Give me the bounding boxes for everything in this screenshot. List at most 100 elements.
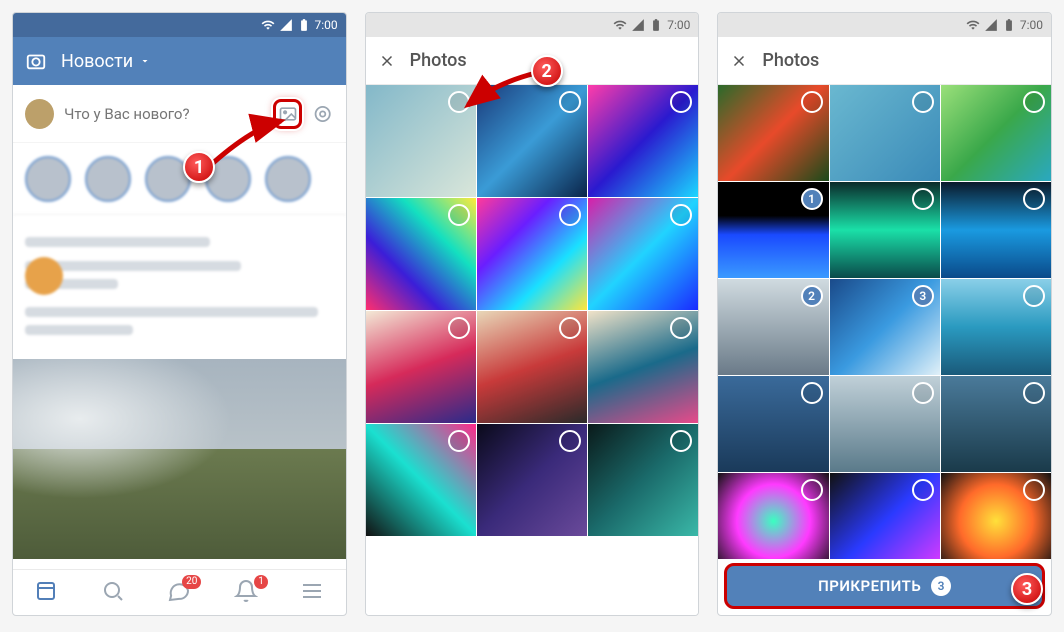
select-indicator[interactable] xyxy=(912,382,934,404)
select-indicator[interactable] xyxy=(559,317,581,339)
attach-count-badge: 3 xyxy=(931,576,951,596)
photo-thumb[interactable] xyxy=(941,279,1051,375)
step-callout-3: 3 xyxy=(1011,573,1043,605)
photo-grid xyxy=(366,85,699,615)
feed-post[interactable] xyxy=(13,223,346,351)
photo-thumb[interactable] xyxy=(588,311,698,423)
photo-thumb[interactable] xyxy=(477,198,587,310)
wifi-icon xyxy=(261,18,275,32)
status-time: 7:00 xyxy=(667,18,690,32)
screen-newsfeed: 7:00 Новости xyxy=(12,12,347,616)
select-indicator[interactable] xyxy=(912,479,934,501)
tab-messages[interactable]: 20 xyxy=(167,579,191,607)
photo-thumb[interactable] xyxy=(941,182,1051,278)
photo-thumb[interactable] xyxy=(588,85,698,197)
select-indicator[interactable] xyxy=(1023,91,1045,113)
select-indicator[interactable] xyxy=(559,91,581,113)
photo-thumb[interactable] xyxy=(366,424,476,536)
select-indicator[interactable] xyxy=(801,382,823,404)
select-indicator[interactable] xyxy=(1023,285,1045,307)
select-indicator[interactable] xyxy=(912,91,934,113)
stories-row[interactable] xyxy=(13,143,346,215)
select-indicator[interactable] xyxy=(448,430,470,452)
select-indicator[interactable]: 2 xyxy=(801,285,823,307)
image-icon xyxy=(278,104,298,124)
composer-input[interactable] xyxy=(64,105,263,123)
search-icon xyxy=(101,579,125,603)
signal-icon xyxy=(279,18,293,32)
notifs-badge: 1 xyxy=(254,575,268,589)
photo-thumb[interactable]: 2 xyxy=(718,279,828,375)
photo-thumb[interactable] xyxy=(830,182,940,278)
select-indicator[interactable] xyxy=(912,188,934,210)
photo-thumb[interactable] xyxy=(366,198,476,310)
photo-thumb[interactable] xyxy=(366,85,476,197)
story-avatar[interactable] xyxy=(265,156,311,202)
status-time: 7:00 xyxy=(1020,18,1043,32)
header-title-dropdown[interactable]: Новости xyxy=(61,51,151,72)
select-indicator[interactable] xyxy=(559,430,581,452)
photo-thumb[interactable] xyxy=(718,85,828,181)
select-indicator[interactable] xyxy=(448,91,470,113)
select-indicator[interactable] xyxy=(1023,382,1045,404)
photo-thumb[interactable] xyxy=(941,85,1051,181)
screen-photo-picker: 7:00 Photos 2 xyxy=(365,12,700,616)
battery-icon xyxy=(1002,18,1016,32)
photo-thumb[interactable] xyxy=(718,376,828,472)
tab-discover[interactable] xyxy=(101,579,125,607)
tab-news[interactable] xyxy=(34,579,58,607)
news-icon xyxy=(34,579,58,603)
photo-thumb[interactable] xyxy=(830,473,940,559)
composer-bar xyxy=(13,85,346,143)
select-indicator[interactable] xyxy=(801,91,823,113)
select-indicator[interactable]: 3 xyxy=(912,285,934,307)
photo-thumb[interactable] xyxy=(477,424,587,536)
select-indicator[interactable] xyxy=(448,317,470,339)
select-indicator[interactable]: 1 xyxy=(801,188,823,210)
picker-title: Photos xyxy=(762,50,819,71)
photo-thumb[interactable] xyxy=(588,424,698,536)
picker-appbar: Photos xyxy=(718,37,1051,85)
wifi-icon xyxy=(966,18,980,32)
attach-photo-button[interactable] xyxy=(273,99,302,129)
photo-thumb[interactable] xyxy=(830,85,940,181)
photo-thumb[interactable] xyxy=(941,376,1051,472)
tab-notifications[interactable]: 1 xyxy=(234,579,258,607)
story-avatar[interactable] xyxy=(85,156,131,202)
select-indicator[interactable] xyxy=(1023,479,1045,501)
photo-thumb[interactable]: 3 xyxy=(830,279,940,375)
feed-image[interactable] xyxy=(13,359,346,559)
photo-thumb[interactable]: 1 xyxy=(718,182,828,278)
close-icon[interactable] xyxy=(730,52,748,70)
photo-thumb[interactable] xyxy=(477,85,587,197)
photo-thumb[interactable] xyxy=(588,198,698,310)
signal-icon xyxy=(984,18,998,32)
status-time: 7:00 xyxy=(315,18,338,32)
photo-thumb[interactable] xyxy=(830,376,940,472)
chevron-down-icon xyxy=(139,55,151,67)
photo-thumb[interactable] xyxy=(941,473,1051,559)
photo-thumb[interactable] xyxy=(718,473,828,559)
user-avatar[interactable] xyxy=(25,99,54,129)
step-callout-2: 2 xyxy=(531,55,563,87)
select-indicator[interactable] xyxy=(1023,188,1045,210)
select-indicator[interactable] xyxy=(559,204,581,226)
select-indicator[interactable] xyxy=(801,479,823,501)
photo-grid: 1 2 3 xyxy=(718,85,1051,559)
camera-icon[interactable] xyxy=(25,50,47,72)
screen-photo-picker-selected: 7:00 Photos 1 2 3 ПРИКРЕПИТЬ 3 3 xyxy=(717,12,1052,616)
messages-badge: 20 xyxy=(182,575,201,589)
live-icon[interactable] xyxy=(312,103,333,125)
attach-button[interactable]: ПРИКРЕПИТЬ 3 xyxy=(724,563,1045,609)
photo-thumb[interactable] xyxy=(477,311,587,423)
select-indicator[interactable] xyxy=(448,204,470,226)
story-avatar[interactable] xyxy=(25,156,71,202)
bottom-nav: 20 1 xyxy=(13,569,346,615)
status-bar: 7:00 xyxy=(366,13,699,37)
photo-thumb[interactable] xyxy=(366,311,476,423)
tab-menu[interactable] xyxy=(300,579,324,607)
status-bar: 7:00 xyxy=(13,13,346,37)
hamburger-icon xyxy=(300,579,324,603)
battery-icon xyxy=(297,18,311,32)
close-icon[interactable] xyxy=(378,52,396,70)
